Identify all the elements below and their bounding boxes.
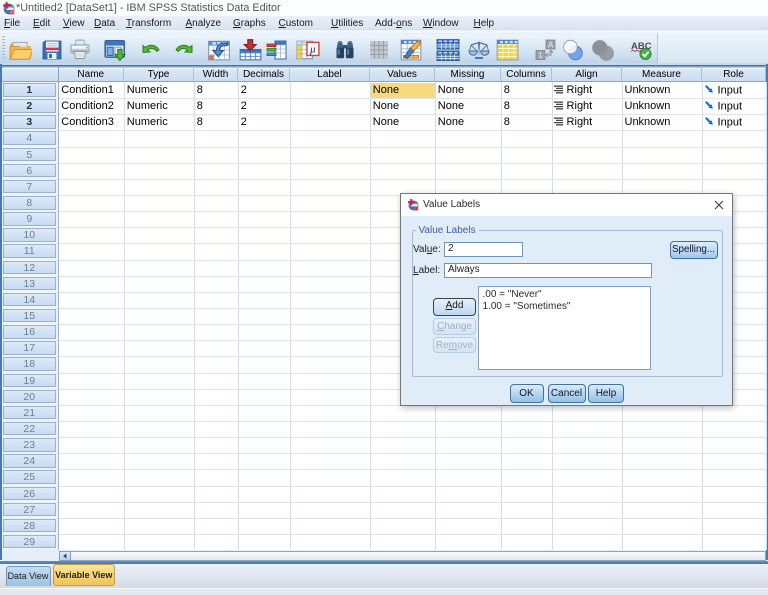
- svg-text:μ: μ: [309, 44, 316, 56]
- svg-text:A: A: [548, 40, 554, 49]
- svg-text:1: 1: [538, 51, 543, 60]
